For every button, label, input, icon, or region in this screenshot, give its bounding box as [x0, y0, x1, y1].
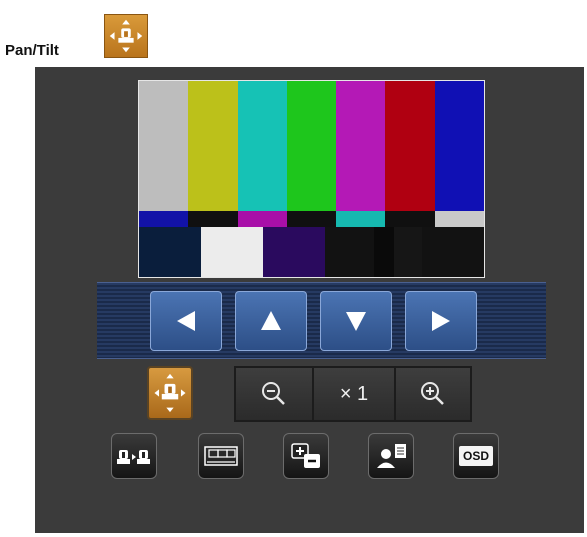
preset-move-icon — [117, 450, 150, 464]
preset-move-button[interactable] — [111, 433, 157, 479]
pan-tilt-mode-button[interactable] — [147, 366, 193, 420]
zoom-value: × 1 — [314, 366, 394, 422]
color-bar — [336, 81, 386, 211]
osd-button[interactable]: OSD — [453, 433, 499, 479]
user-settings-button[interactable] — [368, 433, 414, 479]
pluge-block — [325, 227, 374, 277]
tilt-down-button[interactable] — [320, 291, 392, 351]
user-icon — [377, 444, 406, 468]
camera-preview — [138, 80, 485, 278]
castellation-block — [434, 211, 484, 227]
color-bar — [385, 81, 435, 211]
osd-label: OSD — [458, 446, 493, 466]
castellation-block — [188, 211, 238, 227]
color-bar — [434, 81, 484, 211]
castellation-block — [336, 211, 386, 227]
zoom-out-button[interactable] — [234, 366, 314, 422]
pan-right-button[interactable] — [405, 291, 477, 351]
camera-control-panel: × 1 OSD — [35, 67, 584, 533]
arrow-down-icon — [346, 312, 366, 331]
pluge-block — [394, 227, 422, 277]
pluge-block — [421, 227, 484, 277]
pluge-block — [373, 227, 395, 277]
plus-minus-button[interactable] — [283, 433, 329, 479]
color-bar — [188, 81, 238, 211]
color-bars — [139, 81, 484, 211]
castellation-block — [139, 211, 189, 227]
tilt-up-button[interactable] — [235, 291, 307, 351]
pan-tilt-bar — [97, 282, 546, 359]
zoom-value-label: × 1 — [339, 382, 369, 405]
castellation-strip — [139, 211, 484, 227]
preset-list-button[interactable] — [198, 433, 244, 479]
pluge-strip — [139, 227, 484, 277]
color-bar — [139, 81, 189, 211]
arrow-right-icon — [432, 311, 450, 331]
page-title: Pan/Tilt — [5, 42, 59, 59]
pan-left-button[interactable] — [150, 291, 222, 351]
pluge-block — [263, 227, 326, 277]
plus-minus-icon — [291, 443, 320, 468]
color-bar — [237, 81, 287, 211]
pan-tilt-icon — [104, 14, 148, 58]
castellation-block — [286, 211, 337, 227]
preset-list-icon — [204, 446, 238, 466]
pluge-block — [139, 227, 202, 277]
castellation-block — [237, 211, 287, 227]
pan-tilt-icon — [154, 373, 186, 413]
arrow-left-icon — [177, 311, 195, 331]
arrow-up-icon — [261, 311, 281, 330]
color-bar — [286, 81, 337, 211]
zoom-in-button[interactable] — [394, 366, 472, 422]
pluge-block — [201, 227, 264, 277]
zoom-in-icon — [421, 382, 444, 405]
castellation-block — [385, 211, 435, 227]
zoom-control: × 1 — [234, 366, 472, 422]
zoom-out-icon — [262, 382, 285, 405]
